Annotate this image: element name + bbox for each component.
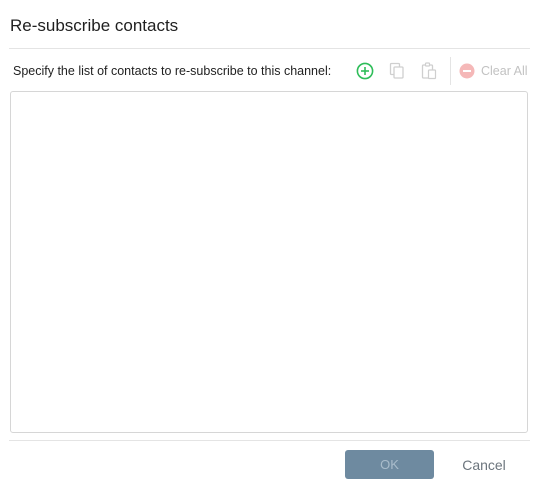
- instruction-text: Specify the list of contacts to re-subsc…: [13, 64, 332, 78]
- clear-all-button[interactable]: Clear All: [459, 63, 528, 79]
- resubscribe-dialog: Re-subscribe contacts Specify the list o…: [0, 0, 538, 492]
- cancel-button[interactable]: Cancel: [452, 450, 516, 479]
- footer-divider: [9, 440, 530, 441]
- add-contact-button[interactable]: [352, 58, 378, 84]
- paste-icon: [421, 62, 437, 80]
- ok-button[interactable]: OK: [345, 450, 434, 479]
- contacts-list-input[interactable]: [10, 91, 528, 433]
- contacts-toolbar: Clear All: [352, 57, 528, 85]
- paste-button[interactable]: [416, 58, 442, 84]
- clear-all-label: Clear All: [481, 64, 528, 78]
- dialog-title: Re-subscribe contacts: [10, 16, 179, 35]
- copy-button[interactable]: [384, 58, 410, 84]
- minus-circle-icon: [459, 63, 475, 79]
- copy-icon: [389, 62, 404, 79]
- plus-circle-icon: [356, 62, 374, 80]
- toolbar-separator: [450, 57, 451, 85]
- header-divider: [9, 48, 530, 49]
